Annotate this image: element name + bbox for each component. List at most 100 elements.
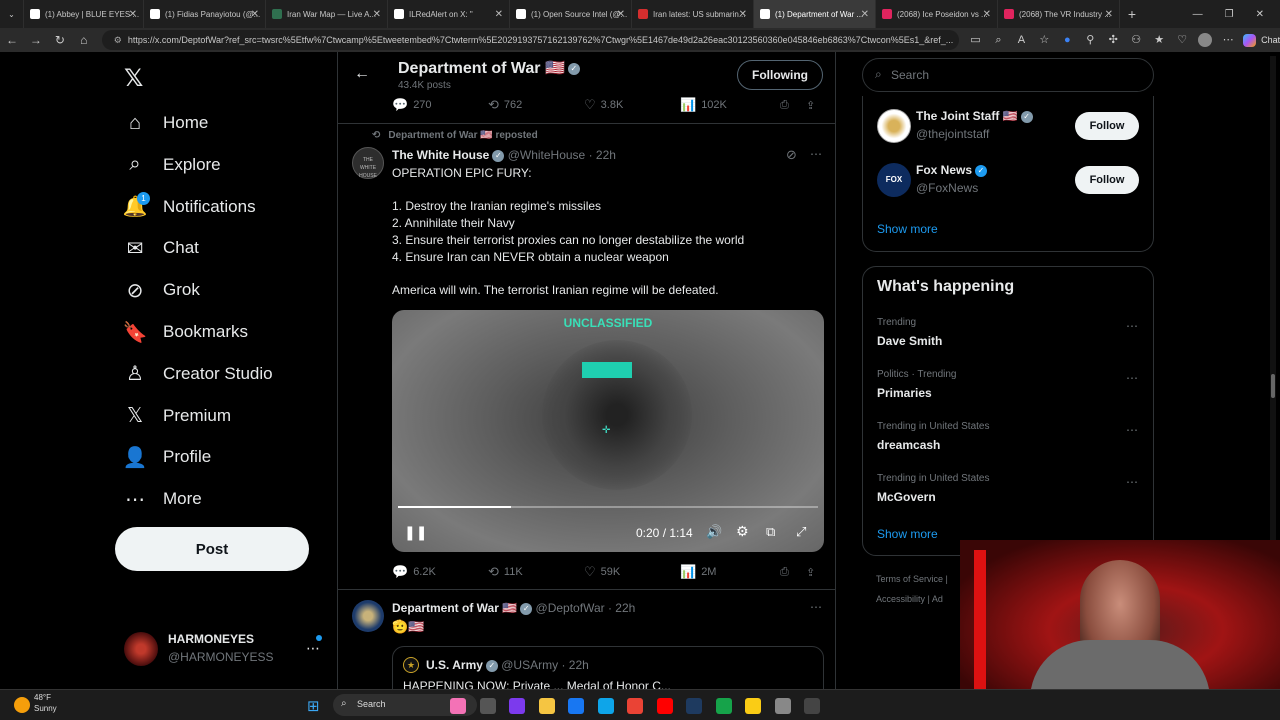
pip-icon[interactable]: ⧉	[766, 524, 775, 540]
account-more-icon[interactable]: ⋯	[306, 640, 320, 657]
minimize-icon[interactable]: —	[1193, 9, 1203, 20]
trend-more-icon[interactable]: ⋯	[1126, 371, 1139, 385]
browser-tab[interactable]: (2068) Ice Poseidon vs ... ✕	[876, 0, 998, 28]
trend-more-icon[interactable]: ⋯	[1126, 319, 1139, 333]
tab-close-icon[interactable]: ✕	[251, 9, 259, 20]
browser-tab[interactable]: (1) Abbey | BLUE EYES ... ✕	[24, 0, 144, 28]
jointstaff-avatar[interactable]	[877, 109, 911, 143]
foxnews-avatar[interactable]: FOX	[877, 163, 911, 197]
nav-item-bookmarks[interactable]: 🔖 Bookmarks	[123, 317, 248, 347]
settings-icon[interactable]	[774, 698, 791, 714]
tab-list-button[interactable]: ⌄	[0, 0, 24, 28]
terms-link[interactable]: Terms of Service	[876, 574, 943, 584]
like-button[interactable]: ♡ 59K	[584, 564, 680, 580]
browser-tab[interactable]: Iran latest: US submarin... ✕	[632, 0, 754, 28]
nav-item-more[interactable]: ⋯ More	[124, 484, 202, 514]
accessibility-link[interactable]: Accessibility	[876, 594, 925, 604]
share-button[interactable]: ⇪	[806, 564, 815, 580]
bookmark-button[interactable]: ⎙	[780, 97, 806, 113]
grok-explain-icon[interactable]: ⊘	[786, 147, 797, 163]
repost-button[interactable]: ⟲ 11K	[488, 564, 584, 580]
bookmark-button[interactable]: ⎙	[780, 564, 806, 580]
back-arrow-icon[interactable]: ←	[354, 65, 370, 83]
start-icon[interactable]: ⊞	[307, 697, 320, 715]
nav-item-grok[interactable]: ⊘ Grok	[124, 275, 200, 305]
browser-essentials-icon[interactable]: ♡	[1175, 33, 1189, 47]
views-button[interactable]: 📊 2M	[680, 564, 780, 580]
video-player[interactable]: UNCLASSIFIED ✛ ❚❚ 0:20 / 1:14 🔊 ⚙ ⧉ ⤢	[392, 310, 824, 552]
tab-close-icon[interactable]: ✕	[373, 9, 381, 20]
extensions-puzzle-icon[interactable]: ✣	[1106, 33, 1120, 47]
views-button[interactable]: 📊 102K	[680, 97, 780, 113]
zoom-icon[interactable]: ⌕	[991, 33, 1005, 47]
search-bar[interactable]: ⌕ Search	[862, 58, 1154, 92]
trend-item[interactable]: McGovern	[877, 490, 936, 504]
video-settings-icon[interactable]: ⚙	[736, 523, 749, 540]
scrollbar-thumb[interactable]	[1271, 374, 1275, 398]
deptofwar-avatar[interactable]	[352, 600, 384, 632]
favorite-star-icon[interactable]: ☆	[1037, 33, 1051, 47]
show-more-link[interactable]: Show more	[877, 527, 938, 541]
browser-tab[interactable]: (1) Fidias Panayiotou (@... ✕	[144, 0, 266, 28]
trend-item[interactable]: dreamcash	[877, 438, 940, 452]
show-more-link[interactable]: Show more	[877, 222, 938, 236]
trend-more-icon[interactable]: ⋯	[1126, 475, 1139, 489]
weather-icon[interactable]	[14, 697, 30, 713]
cast-icon[interactable]: ▭	[968, 33, 982, 47]
tweet2-time[interactable]: · 22h	[608, 601, 635, 615]
ad-link[interactable]: Ad	[932, 594, 943, 604]
copilot-icon[interactable]	[509, 698, 525, 714]
account-switcher[interactable]: HARMONEYES @HARMONEYESS ⋯	[124, 630, 322, 670]
following-button[interactable]: Following	[737, 60, 823, 90]
url-bar[interactable]: ⚙ https://x.com/DeptofWar?ref_src=twsrc%…	[101, 30, 960, 50]
like-button[interactable]: ♡ 3.8K	[584, 97, 680, 113]
post-button[interactable]: Post	[115, 527, 309, 571]
site-info-icon[interactable]: ⚙	[114, 35, 122, 46]
follow-account-name[interactable]: Fox News ✓	[916, 163, 988, 177]
file-explorer-icon[interactable]	[538, 698, 555, 714]
window-close-icon[interactable]: ✕	[1256, 9, 1264, 20]
browser-tab[interactable]: ILRedAlert on X: " ✕	[388, 0, 510, 28]
tweet-more-icon[interactable]: ⋯	[810, 147, 822, 161]
home-browser-icon[interactable]: ⌂	[72, 33, 96, 47]
whitehouse-avatar[interactable]: THE WHITE HOUSE	[352, 147, 384, 179]
chrome-icon[interactable]	[627, 698, 643, 714]
sticky-notes-icon[interactable]	[745, 698, 761, 714]
nav-item-creator-studio[interactable]: ♙ Creator Studio	[124, 359, 273, 389]
browser-tab[interactable]: Iran War Map — Live A... ✕	[266, 0, 388, 28]
nav-item-chat[interactable]: ✉ Chat	[124, 233, 199, 263]
new-tab-button[interactable]: +	[1120, 0, 1144, 28]
tweet2-handle[interactable]: @DeptofWar	[536, 601, 605, 615]
favorites-icon[interactable]: ★	[1152, 33, 1166, 47]
tab-close-icon[interactable]: ✕	[1105, 9, 1113, 20]
tab-close-icon[interactable]: ✕	[739, 9, 747, 20]
tweet-time[interactable]: · 22h	[589, 148, 616, 162]
edge-icon[interactable]	[597, 698, 614, 714]
browser-tab[interactable]: (2068) The VR Industry ... ✕	[998, 0, 1120, 28]
split-screen-icon[interactable]: ⚇	[1129, 33, 1143, 47]
reply-button[interactable]: 💬 270	[392, 97, 488, 113]
browser-tab[interactable]: (1) Open Source Intel (@... ✕	[510, 0, 632, 28]
nav-item-premium[interactable]: 𝕏 Premium	[124, 401, 231, 431]
profile-avatar-icon[interactable]	[1198, 33, 1213, 47]
quote-tweet[interactable]: ★ U.S. Army ✓ @USArmy · 22h HAPPENING NOW…	[392, 646, 824, 692]
tab-close-icon[interactable]: ✕	[129, 9, 137, 20]
settings-more-icon[interactable]: ⋯	[1221, 33, 1235, 47]
read-aloud-icon[interactable]: A	[1014, 33, 1028, 47]
youtube-icon[interactable]	[656, 698, 673, 714]
tab-close-icon[interactable]: ✕	[983, 9, 991, 20]
xbox-icon[interactable]	[715, 698, 732, 714]
tweet-handle[interactable]: @WhiteHouse	[508, 148, 586, 162]
fullscreen-icon[interactable]: ⤢	[796, 524, 806, 540]
reload-icon[interactable]: ↻	[48, 33, 72, 47]
facebook-icon[interactable]	[568, 698, 584, 714]
follow-button[interactable]: Follow	[1075, 112, 1139, 140]
nav-item-home[interactable]: ⌂ Home	[124, 108, 208, 138]
pause-icon[interactable]: ❚❚	[404, 524, 427, 541]
tab-close-icon[interactable]: ✕	[495, 9, 503, 20]
reply-button[interactable]: 💬 6.2K	[392, 564, 488, 580]
follow-button[interactable]: Follow	[1075, 166, 1139, 194]
back-icon[interactable]: ←	[0, 33, 24, 47]
tweet-author[interactable]: The White House	[392, 148, 489, 162]
extension-icon-2[interactable]: ⚲	[1083, 33, 1097, 47]
